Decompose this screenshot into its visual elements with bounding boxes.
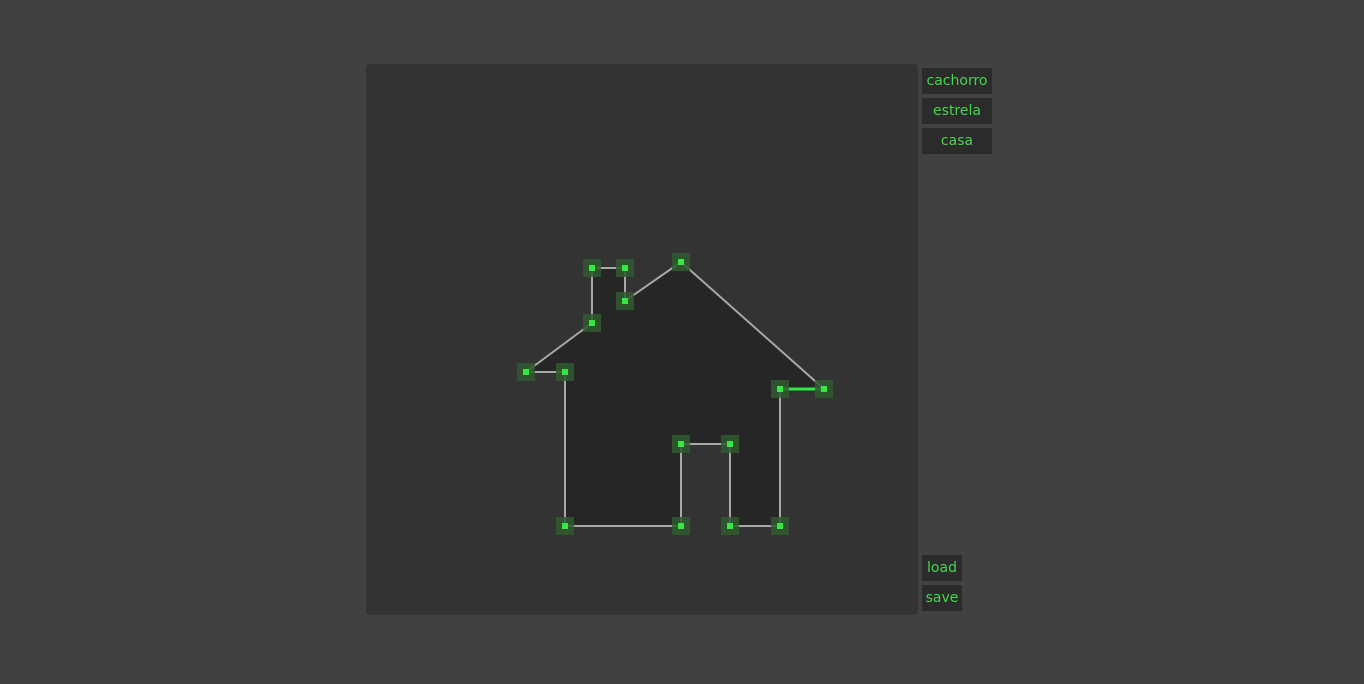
- load-button[interactable]: load: [922, 555, 962, 581]
- vertex-handle[interactable]: [771, 380, 789, 398]
- drawing-canvas[interactable]: [366, 64, 918, 615]
- vertex-handle[interactable]: [672, 253, 690, 271]
- vertex-handle[interactable]: [583, 259, 601, 277]
- save-button[interactable]: save: [922, 585, 962, 611]
- vertex-handle[interactable]: [721, 517, 739, 535]
- vertex-handle[interactable]: [556, 517, 574, 535]
- shape-editor[interactable]: [366, 64, 918, 615]
- vertex-handle[interactable]: [672, 517, 690, 535]
- vertex-handle[interactable]: [616, 259, 634, 277]
- vertex-handle[interactable]: [616, 292, 634, 310]
- vertex-handle[interactable]: [672, 435, 690, 453]
- vertex-handle[interactable]: [771, 517, 789, 535]
- preset-button-casa[interactable]: casa: [922, 128, 992, 154]
- vertex-handle[interactable]: [583, 314, 601, 332]
- vertex-handle[interactable]: [517, 363, 535, 381]
- preset-button-cachorro[interactable]: cachorro: [922, 68, 992, 94]
- preset-button-estrela[interactable]: estrela: [922, 98, 992, 124]
- vertex-handle[interactable]: [815, 380, 833, 398]
- vertex-handle[interactable]: [556, 363, 574, 381]
- vertex-handle[interactable]: [721, 435, 739, 453]
